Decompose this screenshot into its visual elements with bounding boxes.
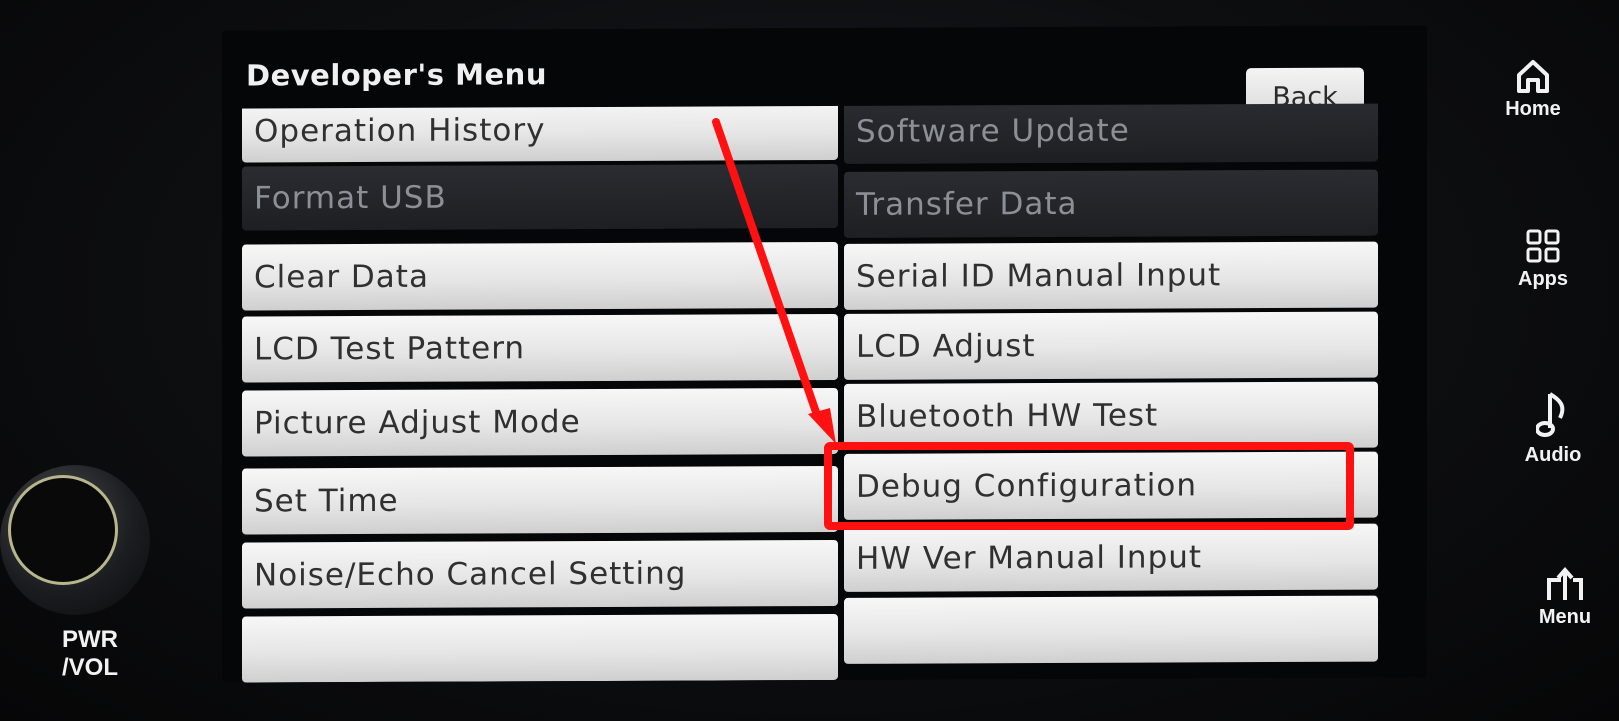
apps-label: Apps xyxy=(1518,268,1568,290)
arrow-shaft xyxy=(712,118,822,422)
home-button[interactable]: Home xyxy=(1488,58,1578,121)
menu-label: Menu xyxy=(1538,606,1592,628)
annotation-arrow xyxy=(712,118,836,444)
arrow-head xyxy=(808,408,836,444)
home-label: Home xyxy=(1505,98,1561,120)
pwr-label-line2: /VOL xyxy=(61,654,118,681)
music-note-icon xyxy=(1536,392,1565,437)
menu-button[interactable]: Menu xyxy=(1520,566,1610,629)
annotation-highlight-box xyxy=(824,442,1354,530)
pwr-label-line1: PWR xyxy=(62,626,118,653)
pwr-vol-knob-center[interactable] xyxy=(8,475,118,585)
audio-button[interactable]: Audio xyxy=(1508,390,1598,467)
apps-button[interactable]: Apps xyxy=(1498,228,1588,291)
pwr-vol-label: PWR /VOL xyxy=(50,626,130,682)
apps-grid-icon xyxy=(1526,229,1560,263)
menu-return-icon xyxy=(1547,566,1583,600)
home-icon xyxy=(1517,60,1549,93)
audio-label: Audio xyxy=(1524,444,1582,466)
